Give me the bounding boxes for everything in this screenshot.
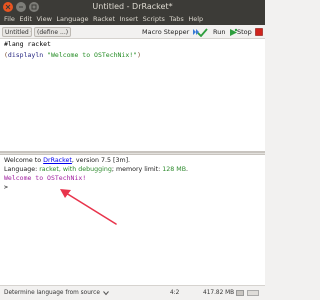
close-paren: )	[137, 50, 142, 59]
code-line-2: (displayln "Welcome to OSTechNix!")	[0, 50, 265, 61]
memory-gauge-icon	[236, 290, 244, 296]
define-selector[interactable]: (define ...) ▾	[34, 27, 71, 37]
menu-help[interactable]: Help	[188, 14, 203, 25]
lang-directive: #lang racket	[4, 40, 51, 48]
menu-scripts[interactable]: Scripts	[143, 14, 165, 25]
chevron-down-icon[interactable]	[103, 290, 109, 296]
menu-view[interactable]: View	[36, 14, 51, 25]
interactions-window[interactable]: Welcome to DrRacket, version 7.5 [3m]. L…	[0, 155, 265, 285]
macro-stepper-label: Macro Stepper	[142, 28, 190, 36]
stop-label: Stop	[237, 28, 252, 36]
memory-usage: 417.82 MB	[203, 290, 235, 296]
run-label: Run	[213, 28, 226, 36]
window-title: Untitled - DrRacket*	[92, 2, 173, 11]
menu-file[interactable]: File	[4, 14, 15, 25]
code-line-1: #lang racket	[0, 39, 265, 50]
menu-bar: File Edit View Language Racket Insert Sc…	[0, 14, 265, 25]
file-selector[interactable]: Untitled ▾	[2, 27, 32, 37]
macro-stepper-button[interactable]: Macro Stepper	[142, 27, 200, 37]
stop-button[interactable]: Stop	[237, 27, 263, 37]
cursor-position: 4:2	[170, 290, 180, 296]
menu-racket[interactable]: Racket	[93, 14, 115, 25]
check-syntax-icon	[197, 27, 208, 37]
run-button[interactable]: Run	[213, 27, 238, 37]
stop-icon	[255, 28, 263, 36]
check-syntax-button[interactable]	[196, 27, 208, 37]
annotation-arrow-icon	[60, 189, 117, 225]
menu-language[interactable]: Language	[56, 14, 88, 25]
language-selector[interactable]: Determine language from source	[4, 289, 100, 297]
toolbar: Untitled ▾ (define ...) ▾ Macro Stepper …	[0, 25, 265, 39]
status-bar: Determine language from source 4:2 417.8…	[0, 285, 265, 300]
menu-edit[interactable]: Edit	[19, 14, 32, 25]
definitions-editor[interactable]: #lang racket (displayln "Welcome to OSTe…	[0, 39, 265, 152]
garbage-collect-icon[interactable]	[247, 290, 259, 296]
menu-tabs[interactable]: Tabs	[169, 14, 183, 25]
menu-insert[interactable]: Insert	[120, 14, 139, 25]
function-name: displayln	[7, 50, 44, 59]
title-bar: Untitled - DrRacket*	[0, 0, 265, 14]
drracket-window: Untitled - DrRacket* File Edit View Lang…	[0, 0, 265, 300]
string-literal: "Welcome to OSTechNix!"	[47, 50, 138, 59]
